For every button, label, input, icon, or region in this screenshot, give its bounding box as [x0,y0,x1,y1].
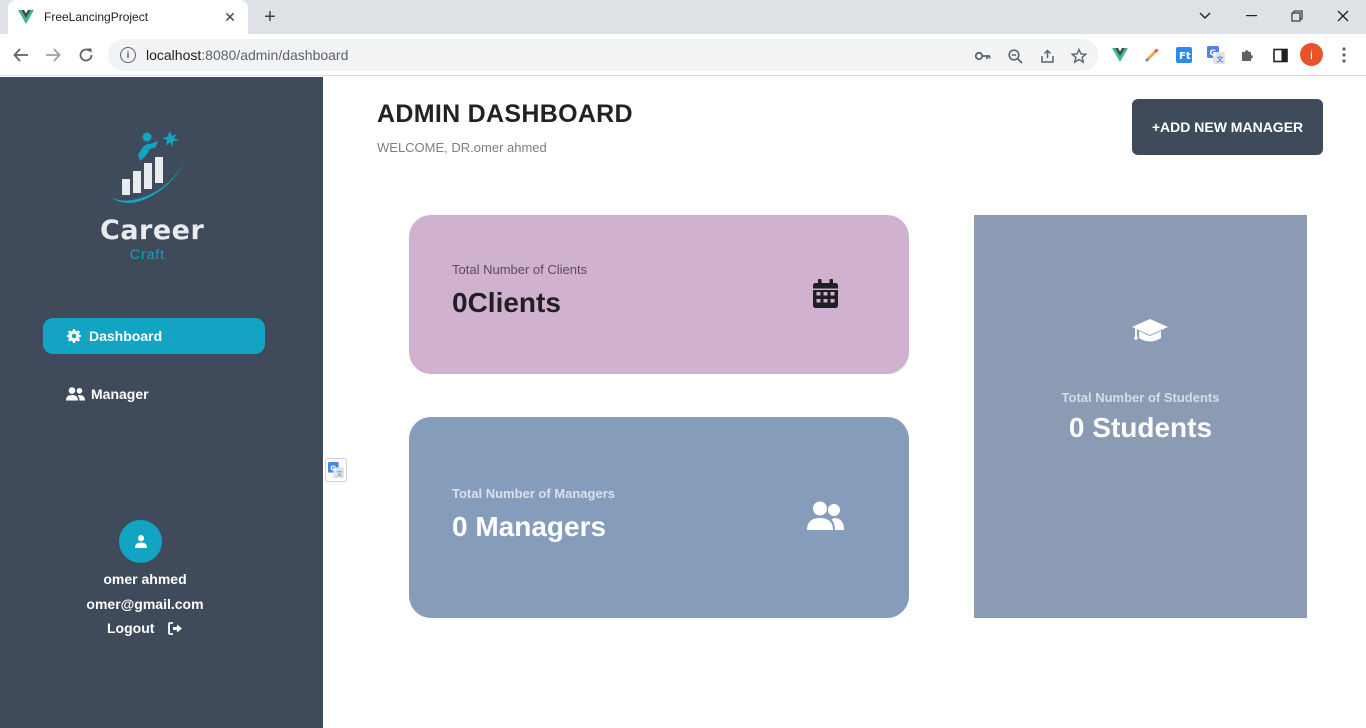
sidebar: Career Craft Dashboard Manager omer ahme… [0,77,323,728]
logout-label: Logout [107,620,155,636]
students-stat-card: Total Number of Students 0 Students [974,215,1307,618]
brand-tagline: Craft [129,246,166,262]
forward-arrow-icon[interactable] [40,42,66,68]
bookmark-star-icon[interactable] [1070,47,1088,65]
clients-count: 0Clients [452,287,561,318]
site-info-icon[interactable]: i [120,47,136,63]
managers-label: Total Number of Managers [452,486,616,501]
svg-text:文: 文 [336,470,343,478]
sidebar-item-label: Manager [91,386,149,402]
user-avatar [119,520,162,563]
browser-tab-strip: FreeLancingProject ✕ + [0,0,1366,34]
user-icon [134,535,147,548]
page-title: ADMIN DASHBOARD [377,100,633,128]
clients-label: Total Number of Clients [452,262,588,277]
address-bar[interactable]: i localhost:8080/admin/dashboard [108,39,1098,71]
brand-logo: Career Craft [100,127,205,267]
side-panel-icon[interactable] [1271,46,1289,64]
profile-avatar-icon[interactable]: i [1300,43,1323,66]
key-icon[interactable] [974,47,992,65]
sidebar-item-dashboard[interactable]: Dashboard [43,318,265,354]
career-craft-logo-icon [110,131,186,203]
users-icon [807,501,844,536]
url-host: localhost [146,47,202,63]
sidebar-item-manager[interactable]: Manager [43,376,265,412]
browser-toolbar: i localhost:8080/admin/dashboard Ft G文 i [0,34,1366,76]
share-icon[interactable] [1038,47,1056,65]
url-path: :8080/admin/dashboard [201,47,349,63]
sidebar-item-label: Dashboard [89,328,163,344]
svg-text:文: 文 [1217,55,1225,64]
users-icon [65,387,85,401]
color-picker-extension-icon[interactable] [1143,46,1161,64]
students-label: Total Number of Students [1061,390,1220,405]
students-count: 0 Students [1068,412,1213,443]
graduation-cap-icon [1131,317,1169,350]
close-window-icon[interactable] [1320,0,1366,32]
svg-text:Ft: Ft [1179,51,1191,62]
tab-search-chevron-icon[interactable] [1182,0,1228,32]
calendar-icon [813,279,838,313]
user-email: omer@gmail.com [86,596,204,612]
reload-icon[interactable] [73,42,99,68]
vue-devtools-extension-icon[interactable] [1111,46,1129,64]
browser-menu-icon[interactable] [1335,46,1353,64]
zoom-icon[interactable] [1006,47,1024,65]
clients-stat-card: Total Number of Clients 0Clients [409,215,909,374]
svg-text:G: G [330,463,336,472]
vue-favicon-icon [18,9,34,25]
close-tab-icon[interactable]: ✕ [222,9,238,26]
translate-popup-icon[interactable]: G文 [325,458,347,482]
logout-button[interactable]: Logout [107,620,183,636]
user-name: omer ahmed [103,571,187,587]
font-extension-icon[interactable]: Ft [1175,46,1193,64]
back-arrow-icon[interactable] [8,42,34,68]
managers-count: 0 Managers [452,511,607,542]
brand-name: Career [100,215,205,246]
extensions-puzzle-icon[interactable] [1239,46,1257,64]
welcome-message: WELCOME, DR.omer ahmed [377,140,547,155]
gear-icon [65,329,83,343]
minimize-icon[interactable] [1228,0,1274,32]
sign-out-icon [168,621,183,635]
svg-text:G: G [1210,49,1217,58]
google-translate-extension-icon[interactable]: G文 [1207,46,1225,64]
managers-stat-card: Total Number of Managers 0 Managers [409,417,909,618]
browser-tab[interactable]: FreeLancingProject ✕ [8,0,248,34]
tab-title: FreeLancingProject [44,10,149,24]
new-tab-icon[interactable]: + [258,5,282,29]
add-new-manager-button[interactable]: +ADD NEW MANAGER [1132,99,1323,155]
restore-icon[interactable] [1274,0,1320,32]
